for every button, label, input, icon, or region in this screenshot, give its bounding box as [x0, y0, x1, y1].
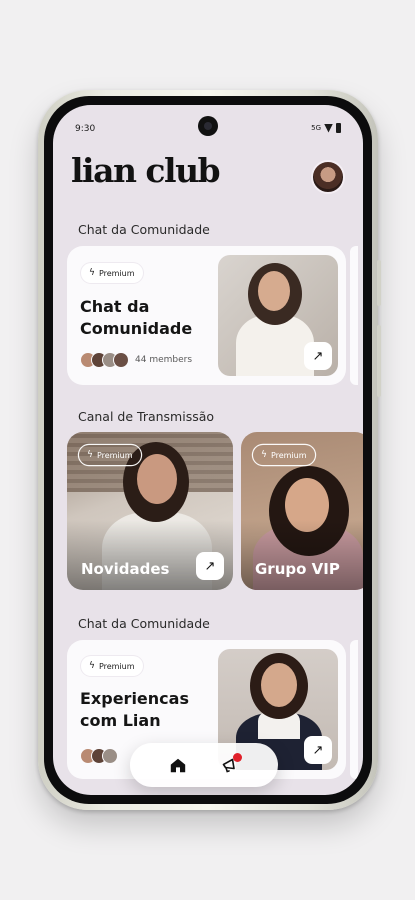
premium-badge-label: Premium [98, 661, 135, 671]
chat-community-card[interactable]: ϟ Premium Chat da Comunidade 44 members [67, 246, 358, 385]
bottom-nav [130, 743, 278, 787]
chat-card-photo: ↗ [218, 255, 338, 376]
next-card-peek [350, 640, 358, 779]
member-count: 44 members [135, 355, 193, 365]
card-title-line1: Chat da [80, 297, 150, 316]
section-title-chat: Chat da Comunidade [78, 222, 210, 237]
home-tab[interactable] [164, 751, 192, 779]
bolt-icon: ϟ [261, 450, 267, 460]
tile-label-grupo-vip: Grupo VIP [255, 560, 340, 578]
volume-button [377, 325, 381, 397]
card-title-line1: Experiencas [80, 689, 189, 708]
home-icon [170, 758, 186, 772]
notification-dot [233, 753, 242, 762]
person-face [137, 454, 177, 504]
bolt-icon: ϟ [87, 450, 93, 460]
open-experiences-button[interactable]: ↗ [304, 736, 332, 764]
tile-grupo-vip[interactable]: ϟ Premium Grupo VIP [241, 432, 363, 590]
person-face [261, 663, 297, 707]
front-camera [198, 116, 218, 136]
section-title-broadcast: Canal de Transmissão [78, 409, 215, 424]
premium-badge-label: Premium [270, 450, 307, 460]
tile-shade [241, 520, 363, 590]
network-label: 5G [311, 124, 321, 132]
person-face [258, 271, 290, 311]
signal-icon [324, 123, 333, 133]
status-time: 9:30 [75, 124, 96, 134]
premium-badge-label: Premium [98, 268, 135, 278]
member-avatars: 44 members [80, 352, 192, 368]
member-avatar [113, 352, 129, 368]
battery-icon [336, 123, 341, 133]
tile-novidades[interactable]: ϟ Premium Novidades ↗ [67, 432, 233, 590]
member-avatar [102, 748, 118, 764]
premium-badge: ϟ Premium [253, 445, 315, 465]
phone-frame: 9:30 5G lian club Chat da Comunidade ϟ P… [38, 90, 381, 810]
bolt-icon: ϟ [89, 268, 95, 278]
next-card-peek [350, 246, 358, 385]
phone-bezel: 9:30 5G lian club Chat da Comunidade ϟ P… [44, 96, 372, 804]
premium-badge: ϟ Premium [81, 656, 143, 676]
card-title-line2: com Lian [80, 711, 161, 730]
premium-badge: ϟ Premium [79, 445, 141, 465]
profile-avatar[interactable] [311, 160, 345, 194]
card-title: Experiencas com Lian [80, 688, 189, 732]
card-title: Chat da Comunidade [80, 296, 192, 340]
broadcast-tab[interactable] [216, 751, 244, 779]
card-title-line2: Comunidade [80, 319, 193, 338]
open-chat-button[interactable]: ↗ [304, 342, 332, 370]
status-icons: 5G [311, 123, 341, 133]
tile-label-novidades: Novidades [81, 560, 170, 578]
app-logo: lian club [71, 151, 221, 190]
bolt-icon: ϟ [89, 661, 95, 671]
premium-badge: ϟ Premium [81, 263, 143, 283]
section-title-chat-2: Chat da Comunidade [78, 616, 210, 631]
premium-badge-label: Premium [96, 450, 133, 460]
side-button [377, 260, 381, 306]
member-avatars [80, 748, 118, 764]
open-novidades-button[interactable]: ↗ [196, 552, 224, 580]
app-screen: 9:30 5G lian club Chat da Comunidade ϟ P… [53, 105, 363, 795]
